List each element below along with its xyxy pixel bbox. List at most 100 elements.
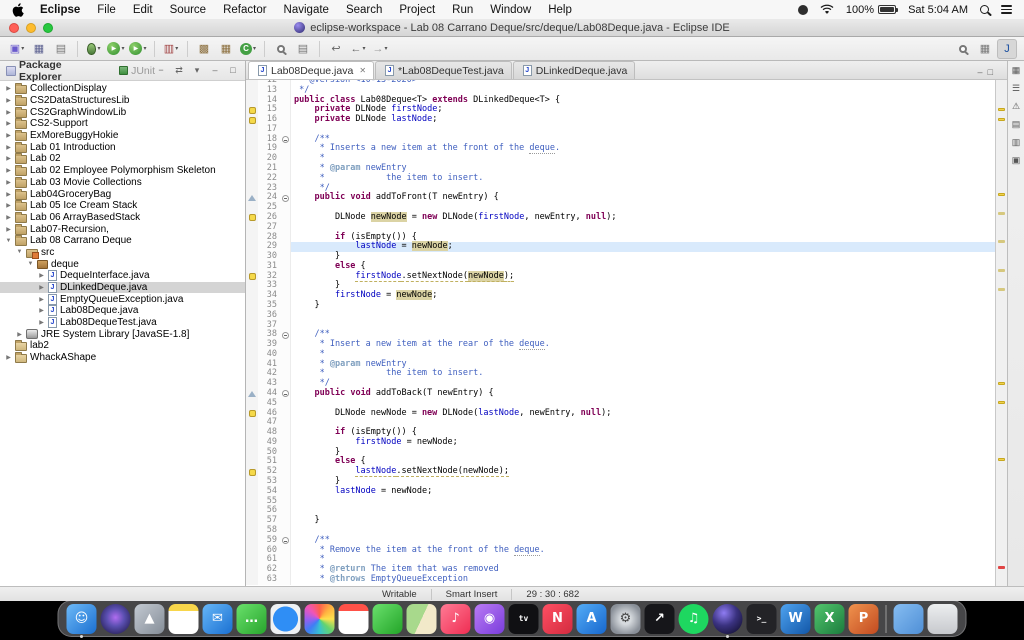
tree-item-lab-01-introduction[interactable]: ▶Lab 01 Introduction — [0, 141, 245, 153]
dock-item-trash[interactable] — [928, 604, 958, 634]
tree-expand-arrow-icon[interactable]: ▶ — [4, 120, 13, 127]
tree-expand-arrow-icon[interactable]: ▶ — [4, 167, 13, 174]
notification-center-icon[interactable] — [1001, 5, 1012, 14]
tree-collapse-arrow-icon[interactable]: ▼ — [26, 261, 35, 267]
code-text[interactable]: } — [291, 448, 995, 458]
tree-expand-arrow-icon[interactable]: ▶ — [4, 354, 13, 361]
tree-collapse-arrow-icon[interactable]: ▼ — [4, 238, 13, 244]
code-text[interactable]: lastNode.setNextNode(newNode); — [291, 467, 995, 477]
new-wizard-button[interactable]: ▣▾ — [7, 39, 27, 59]
tree-item-jre-system-library-javase-1-8[interactable]: ▶JRE System Library [JavaSE-1.8] — [0, 328, 245, 340]
code-text[interactable]: * the item to insert. — [291, 369, 995, 379]
tree-item-emptyqueueexception-java[interactable]: ▶JEmptyQueueException.java — [0, 293, 245, 305]
overview-ruler[interactable] — [995, 80, 1007, 586]
code-text[interactable] — [291, 526, 995, 536]
zoom-window-button[interactable] — [43, 23, 53, 33]
tree-expand-arrow-icon[interactable]: ▶ — [4, 179, 13, 186]
dock-item-maps[interactable] — [407, 604, 437, 634]
dock-item-system-preferences[interactable]: ⚙ — [611, 604, 641, 634]
tab-package-explorer[interactable]: Package Explorer — [6, 59, 107, 83]
dock-item-tv[interactable]: tv — [509, 604, 539, 634]
code-text[interactable]: public void addToFront(T newEntry) { — [291, 193, 995, 203]
minimized-console-view-button[interactable]: ▣ — [1012, 155, 1021, 166]
new-java-project-button[interactable]: ▩ — [194, 39, 214, 59]
save-button[interactable]: ▦ — [29, 39, 49, 59]
minimized-problems-view-button[interactable]: ⚠ — [1012, 101, 1020, 112]
code-text[interactable] — [291, 497, 995, 507]
view-menu-button[interactable]: ▾ — [191, 65, 203, 76]
minimize-view-button[interactable]: – — [209, 65, 221, 76]
collapse-region-icon[interactable] — [282, 195, 289, 202]
menu-edit[interactable]: Edit — [133, 4, 153, 16]
menubar-extra-icon[interactable] — [798, 5, 808, 15]
tree-item-cs2-support[interactable]: ▶CS2-Support — [0, 118, 245, 130]
tree-expand-arrow-icon[interactable]: ▶ — [4, 191, 13, 198]
dock-item-messages[interactable]: … — [237, 604, 267, 634]
back-button[interactable]: ←▾ — [348, 39, 368, 59]
maximize-view-button[interactable]: □ — [227, 65, 239, 76]
code-text[interactable] — [291, 311, 995, 321]
dock-item-photos[interactable] — [305, 604, 335, 634]
menu-help[interactable]: Help — [548, 4, 572, 16]
code-text[interactable]: firstNode = newNode; — [291, 291, 995, 301]
tree-expand-arrow-icon[interactable]: ▶ — [15, 331, 24, 338]
tree-item-lab08dequetest-java[interactable]: ▶JLab08DequeTest.java — [0, 317, 245, 329]
dock-item-safari[interactable] — [271, 604, 301, 634]
tree-item-lab08deque-java[interactable]: ▶JLab08Deque.java — [0, 305, 245, 317]
tree-expand-arrow-icon[interactable]: ▶ — [4, 85, 13, 92]
occurrence-overview-mark[interactable] — [998, 269, 1005, 272]
print-button[interactable]: ▤ — [51, 39, 71, 59]
coverage-button[interactable]: ▥▾ — [161, 39, 181, 59]
tree-expand-arrow-icon[interactable]: ▶ — [37, 296, 46, 303]
perspective-grid-button[interactable]: ▦ — [975, 39, 995, 59]
tree-expand-arrow-icon[interactable]: ▶ — [4, 155, 13, 162]
tree-item-dlinkeddeque-java[interactable]: ▶JDLinkedDeque.java — [0, 282, 245, 294]
tree-expand-arrow-icon[interactable]: ▶ — [4, 202, 13, 209]
dock-item-powerpoint[interactable]: P — [849, 604, 879, 634]
tree-item-dequeinterface-java[interactable]: ▶JDequeInterface.java — [0, 270, 245, 282]
warning-overview-mark[interactable] — [998, 401, 1005, 404]
dock-item-mail[interactable]: ✉ — [203, 604, 233, 634]
dock-item-finder[interactable]: ☺ — [67, 604, 97, 634]
code-text[interactable]: * Inserts a new item at the front of the… — [291, 144, 995, 154]
tree-item-lab-03-movie-collections[interactable]: ▶Lab 03 Movie Collections — [0, 177, 245, 189]
dock-item-news[interactable]: N — [543, 604, 573, 634]
error-overview-mark[interactable] — [998, 566, 1005, 569]
link-with-editor-button[interactable]: ⇄ — [173, 65, 185, 76]
tree-expand-arrow-icon[interactable]: ▶ — [4, 214, 13, 221]
minimize-window-button[interactable] — [26, 23, 36, 33]
dock-item-siri[interactable] — [101, 604, 131, 634]
tree-item-src[interactable]: ▼src — [0, 247, 245, 259]
code-text[interactable] — [291, 321, 995, 331]
wifi-icon[interactable] — [820, 4, 834, 15]
menu-refactor[interactable]: Refactor — [223, 4, 266, 16]
editor-tab-lab08deque-java[interactable]: JLab08Deque.java✕ — [248, 61, 374, 79]
menu-source[interactable]: Source — [170, 4, 206, 16]
apple-menu-icon[interactable] — [12, 3, 24, 17]
editor-tab-dlinkeddeque-java[interactable]: JDLinkedDeque.java — [513, 61, 636, 79]
code-text[interactable]: firstNode.setNextNode(newNode); — [291, 272, 995, 282]
warning-overview-mark[interactable] — [998, 458, 1005, 461]
tree-item-lab07-recursion[interactable]: ▶Lab07-Recursion, — [0, 223, 245, 235]
new-class-button[interactable]: C▾ — [238, 39, 258, 59]
tree-item-cs2graphwindowlib[interactable]: ▶CS2GraphWindowLib — [0, 106, 245, 118]
code-text[interactable]: public void addToBack(T newEntry) { — [291, 389, 995, 399]
code-text[interactable]: private DLNode lastNode; — [291, 115, 995, 125]
window-titlebar[interactable]: eclipse-workspace - Lab 08 Carrano Deque… — [0, 19, 1024, 37]
code-text[interactable]: * @throws EmptyQueueException — [291, 575, 995, 585]
menu-eclipse[interactable]: Eclipse — [40, 4, 80, 16]
dock-item-downloads-folder[interactable] — [894, 604, 924, 634]
tree-item-deque[interactable]: ▼deque — [0, 258, 245, 270]
code-text[interactable]: lastNode = newNode; — [291, 242, 995, 252]
tree-expand-arrow-icon[interactable]: ▶ — [37, 307, 46, 314]
menu-window[interactable]: Window — [490, 4, 531, 16]
tree-expand-arrow-icon[interactable]: ▶ — [37, 319, 46, 326]
search-button[interactable] — [271, 39, 291, 59]
code-text[interactable]: } — [291, 301, 995, 311]
occurrence-overview-mark[interactable] — [998, 288, 1005, 291]
dock-item-launchpad[interactable]: ▲ — [135, 604, 165, 634]
dock-item-podcasts[interactable]: ◉ — [475, 604, 505, 634]
tree-item-whackashape[interactable]: ▶WhackAShape — [0, 352, 245, 364]
tree-expand-arrow-icon[interactable]: ▶ — [37, 284, 46, 291]
spotlight-search-icon[interactable] — [980, 5, 989, 14]
